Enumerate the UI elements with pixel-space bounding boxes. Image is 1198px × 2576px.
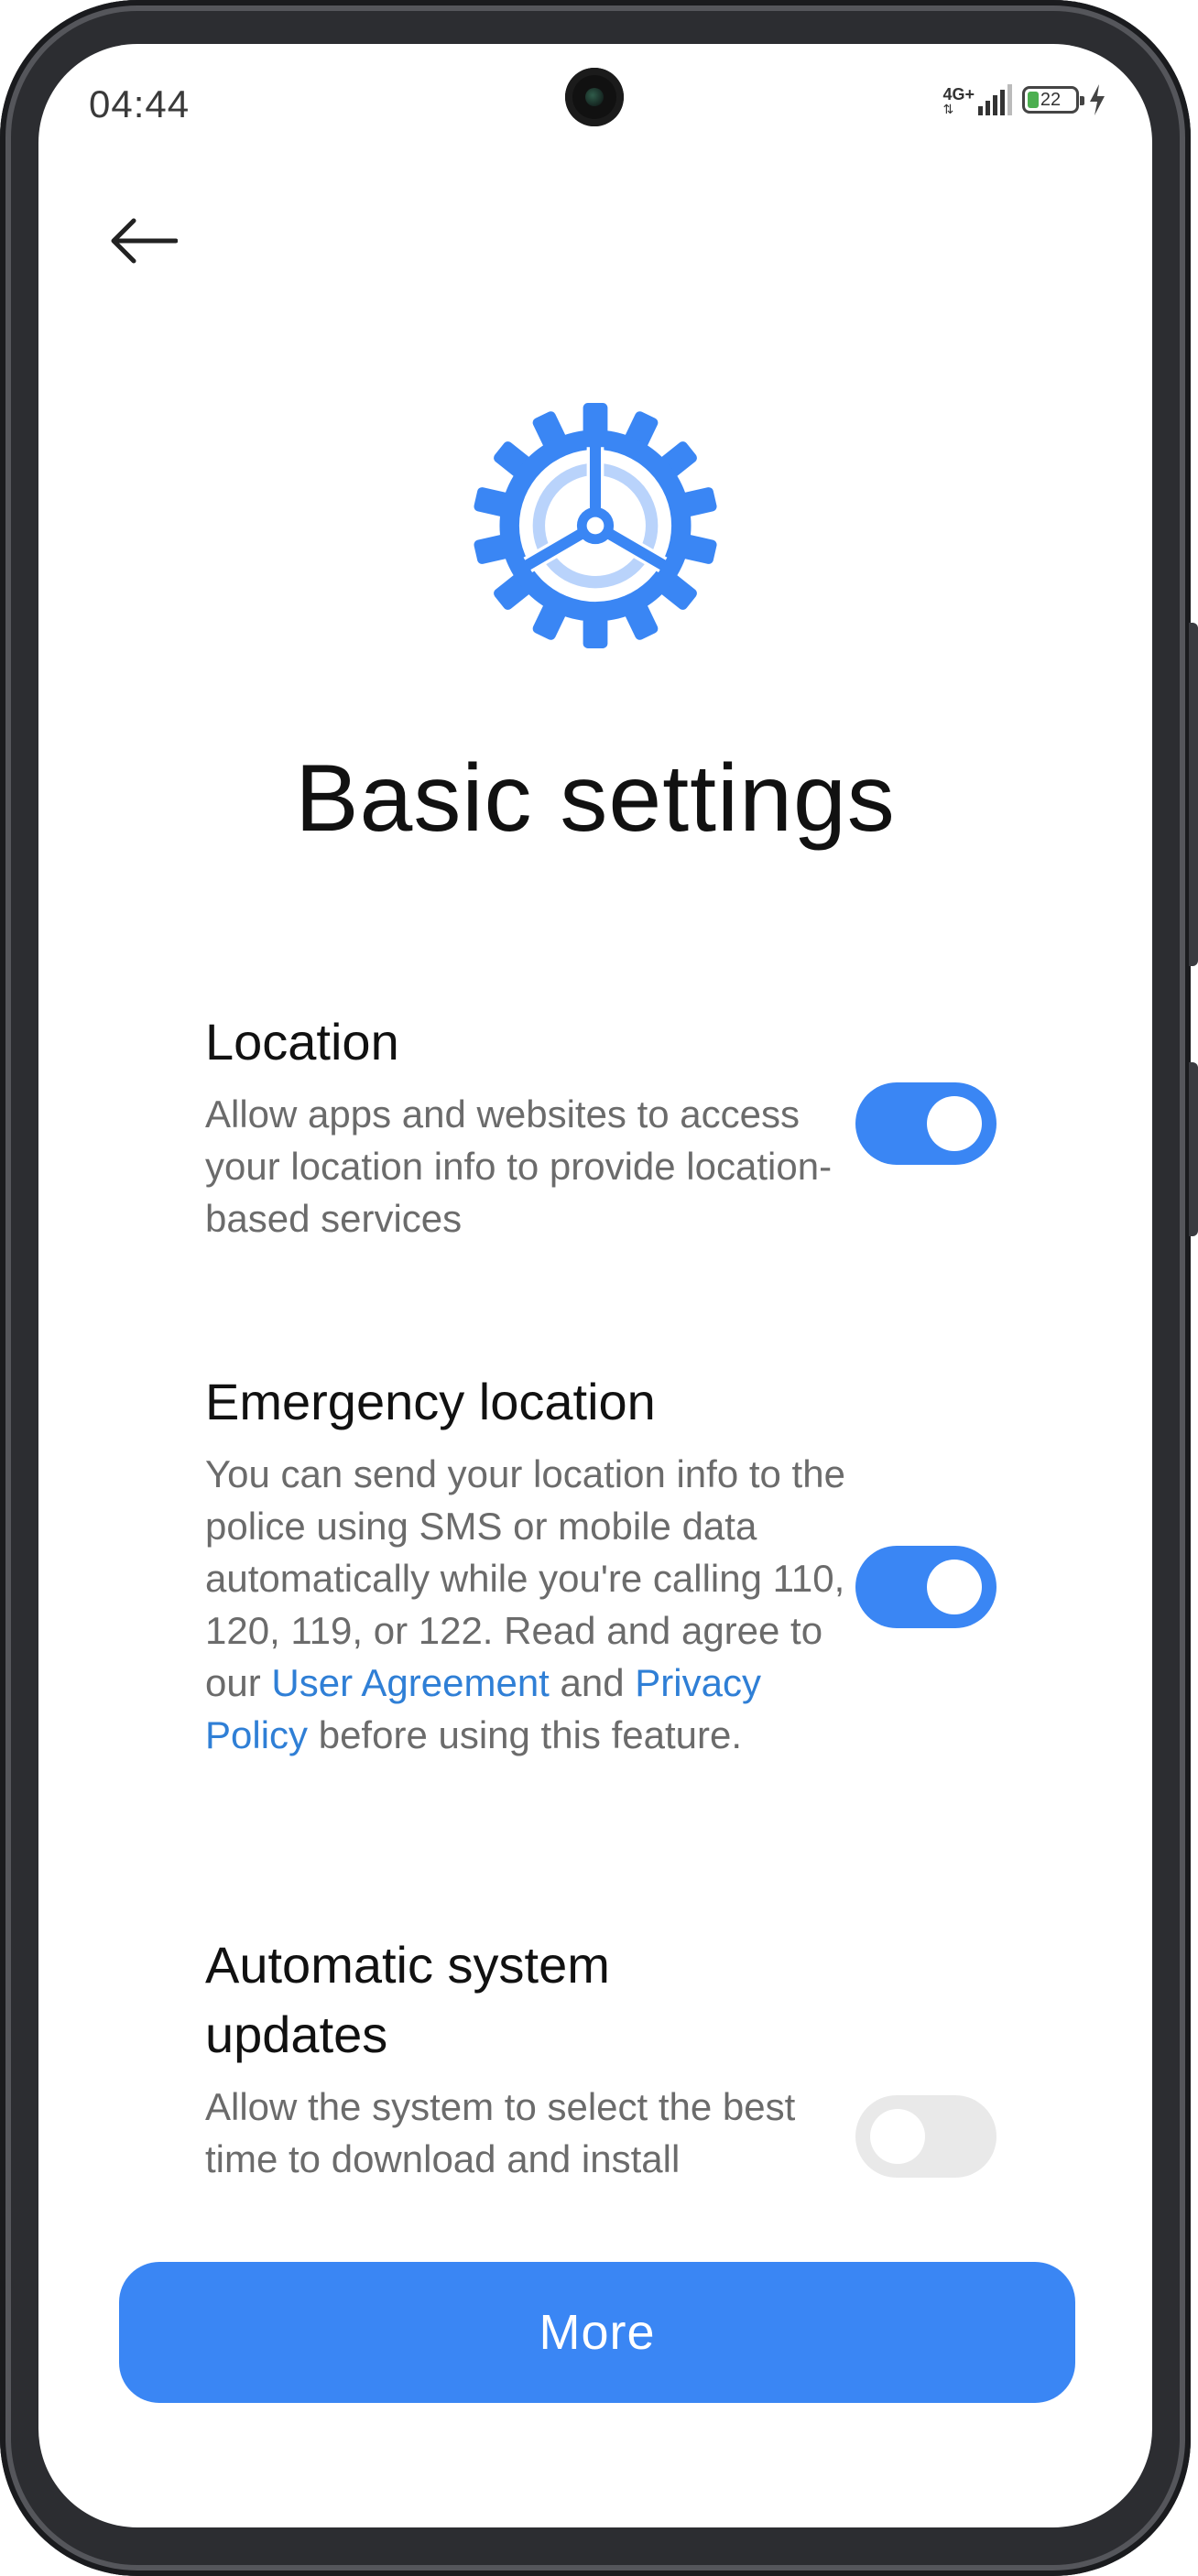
setting-description: Allow apps and websites to access your l… — [205, 1092, 833, 1240]
signal-icon: 4G+ ⇅ — [942, 84, 1013, 115]
network-type: 4G+ — [942, 85, 975, 103]
location-toggle[interactable] — [855, 1082, 997, 1165]
more-button[interactable]: More — [119, 2262, 1075, 2403]
status-indicators: 4G+ ⇅ 22 — [942, 84, 1106, 115]
toggle-knob — [927, 1560, 982, 1614]
page-title: Basic settings — [295, 745, 896, 852]
setting-description: You can send your location info to the p… — [205, 1448, 846, 1761]
user-agreement-link[interactable]: User Agreement — [271, 1661, 549, 1704]
battery-level: 22 — [1040, 90, 1062, 110]
emergency-location-toggle[interactable] — [855, 1546, 997, 1628]
toggle-knob — [927, 1096, 982, 1151]
power-button — [1189, 1062, 1198, 1236]
toggle-knob — [870, 2109, 925, 2164]
setting-title: Automatic system updates — [205, 1936, 610, 2063]
front-camera — [565, 68, 624, 126]
description-text: and — [549, 1661, 636, 1704]
setting-description: Allow the system to select the best time… — [205, 2085, 796, 2180]
battery-icon: 22 — [1022, 86, 1084, 114]
description-text: before using this feature. — [308, 1713, 743, 1756]
gear-icon — [474, 403, 717, 648]
status-time: 04:44 — [89, 82, 191, 125]
automatic-updates-toggle[interactable] — [855, 2095, 997, 2178]
back-button[interactable] — [103, 200, 185, 282]
setting-title: Location — [205, 1013, 399, 1071]
charging-icon — [1090, 84, 1105, 115]
setting-title: Emergency location — [205, 1373, 656, 1430]
status-bar: 04:44 4G+ ⇅ 22 — [38, 44, 1152, 163]
battery-fill — [1028, 92, 1040, 108]
volume-button — [1189, 623, 1198, 966]
screen: 04:44 4G+ ⇅ 22 Basic settings Location A… — [38, 44, 1152, 2527]
arrow-left-icon — [111, 218, 178, 264]
